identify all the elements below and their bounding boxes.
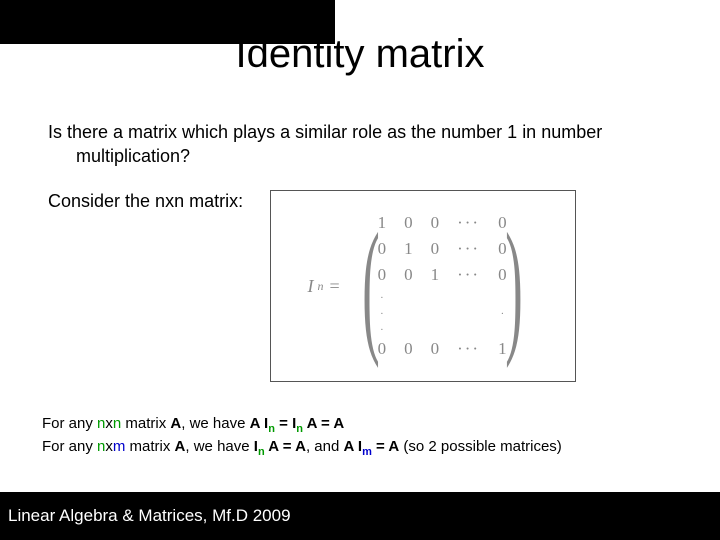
matrix-grid: 1 0 0 ··· 0 0 1 0 ··· 0 0 0 1 ··· 0 . . … [378,213,507,359]
t: matrix [121,415,170,432]
right-paren-icon: ) [505,215,522,358]
slide-title: Identity matrix [0,32,720,77]
m-cell [404,323,413,333]
m-cell: ··· [457,339,480,359]
eq: A I [250,415,269,432]
question-line-2: multiplication? [48,144,678,168]
footer-bar: Linear Algebra & Matrices, Mf.D 2009 [0,492,720,540]
t: x [105,438,113,455]
m-cell: ··· [457,239,480,259]
m-cell: 1 [431,265,440,285]
m-cell: ··· [457,213,480,233]
m-cell [457,291,480,301]
m-cell [404,291,413,301]
mat-A: A [175,438,186,455]
eq: A I [343,438,362,455]
t: For any [42,415,97,432]
t: matrix [125,438,174,455]
eq: = I [275,415,296,432]
m-cell: 0 [404,213,413,233]
m-cell: ··· [457,265,480,285]
eq: A = A [265,438,306,455]
t: , and [306,438,344,455]
m-cell [431,307,440,317]
m-cell: 0 [404,265,413,285]
m-cell [431,291,440,301]
sub-n: n [268,423,275,435]
matrix-label-I: I [307,276,313,297]
question-line-1: Is there a matrix which plays a similar … [48,120,678,144]
t: x [105,415,113,432]
identity-matrix-box: In = ( 1 0 0 ··· 0 0 1 0 ··· 0 0 0 1 ···… [270,190,576,382]
identity-matrix: In = ( 1 0 0 ··· 0 0 1 0 ··· 0 0 0 1 ···… [307,213,538,359]
m-cell: 0 [431,213,440,233]
left-paren-icon: ( [362,215,379,358]
mat-A: A [170,415,181,432]
t: (so 2 possible matrices) [399,438,562,455]
m-cell [431,323,440,333]
m-cell: 0 [404,339,413,359]
m-cell [457,323,480,333]
footnote-line-2: For any nxm matrix A, we have In A = A, … [42,437,690,460]
sub-n: n [296,423,303,435]
sub-m: m [362,446,372,458]
t: For any [42,438,97,455]
m-cell [457,307,480,317]
t: , we have [181,415,249,432]
matrix-eq: = [329,276,339,297]
dim-m: m [113,438,126,455]
m-cell: 0 [431,339,440,359]
m-cell: 0 [431,239,440,259]
sub-n: n [258,446,265,458]
footnote-line-1: For any nxn matrix A, we have A In = In … [42,414,690,437]
footer-text: Linear Algebra & Matrices, Mf.D 2009 [8,506,291,526]
t: , we have [185,438,253,455]
m-cell: 1 [404,239,413,259]
footnotes: For any nxn matrix A, we have A In = In … [42,414,690,460]
m-cell [404,307,413,317]
eq: = A [372,438,399,455]
matrix-label-n: n [317,279,323,294]
dim-n: n [113,415,121,432]
eq: A = A [303,415,344,432]
